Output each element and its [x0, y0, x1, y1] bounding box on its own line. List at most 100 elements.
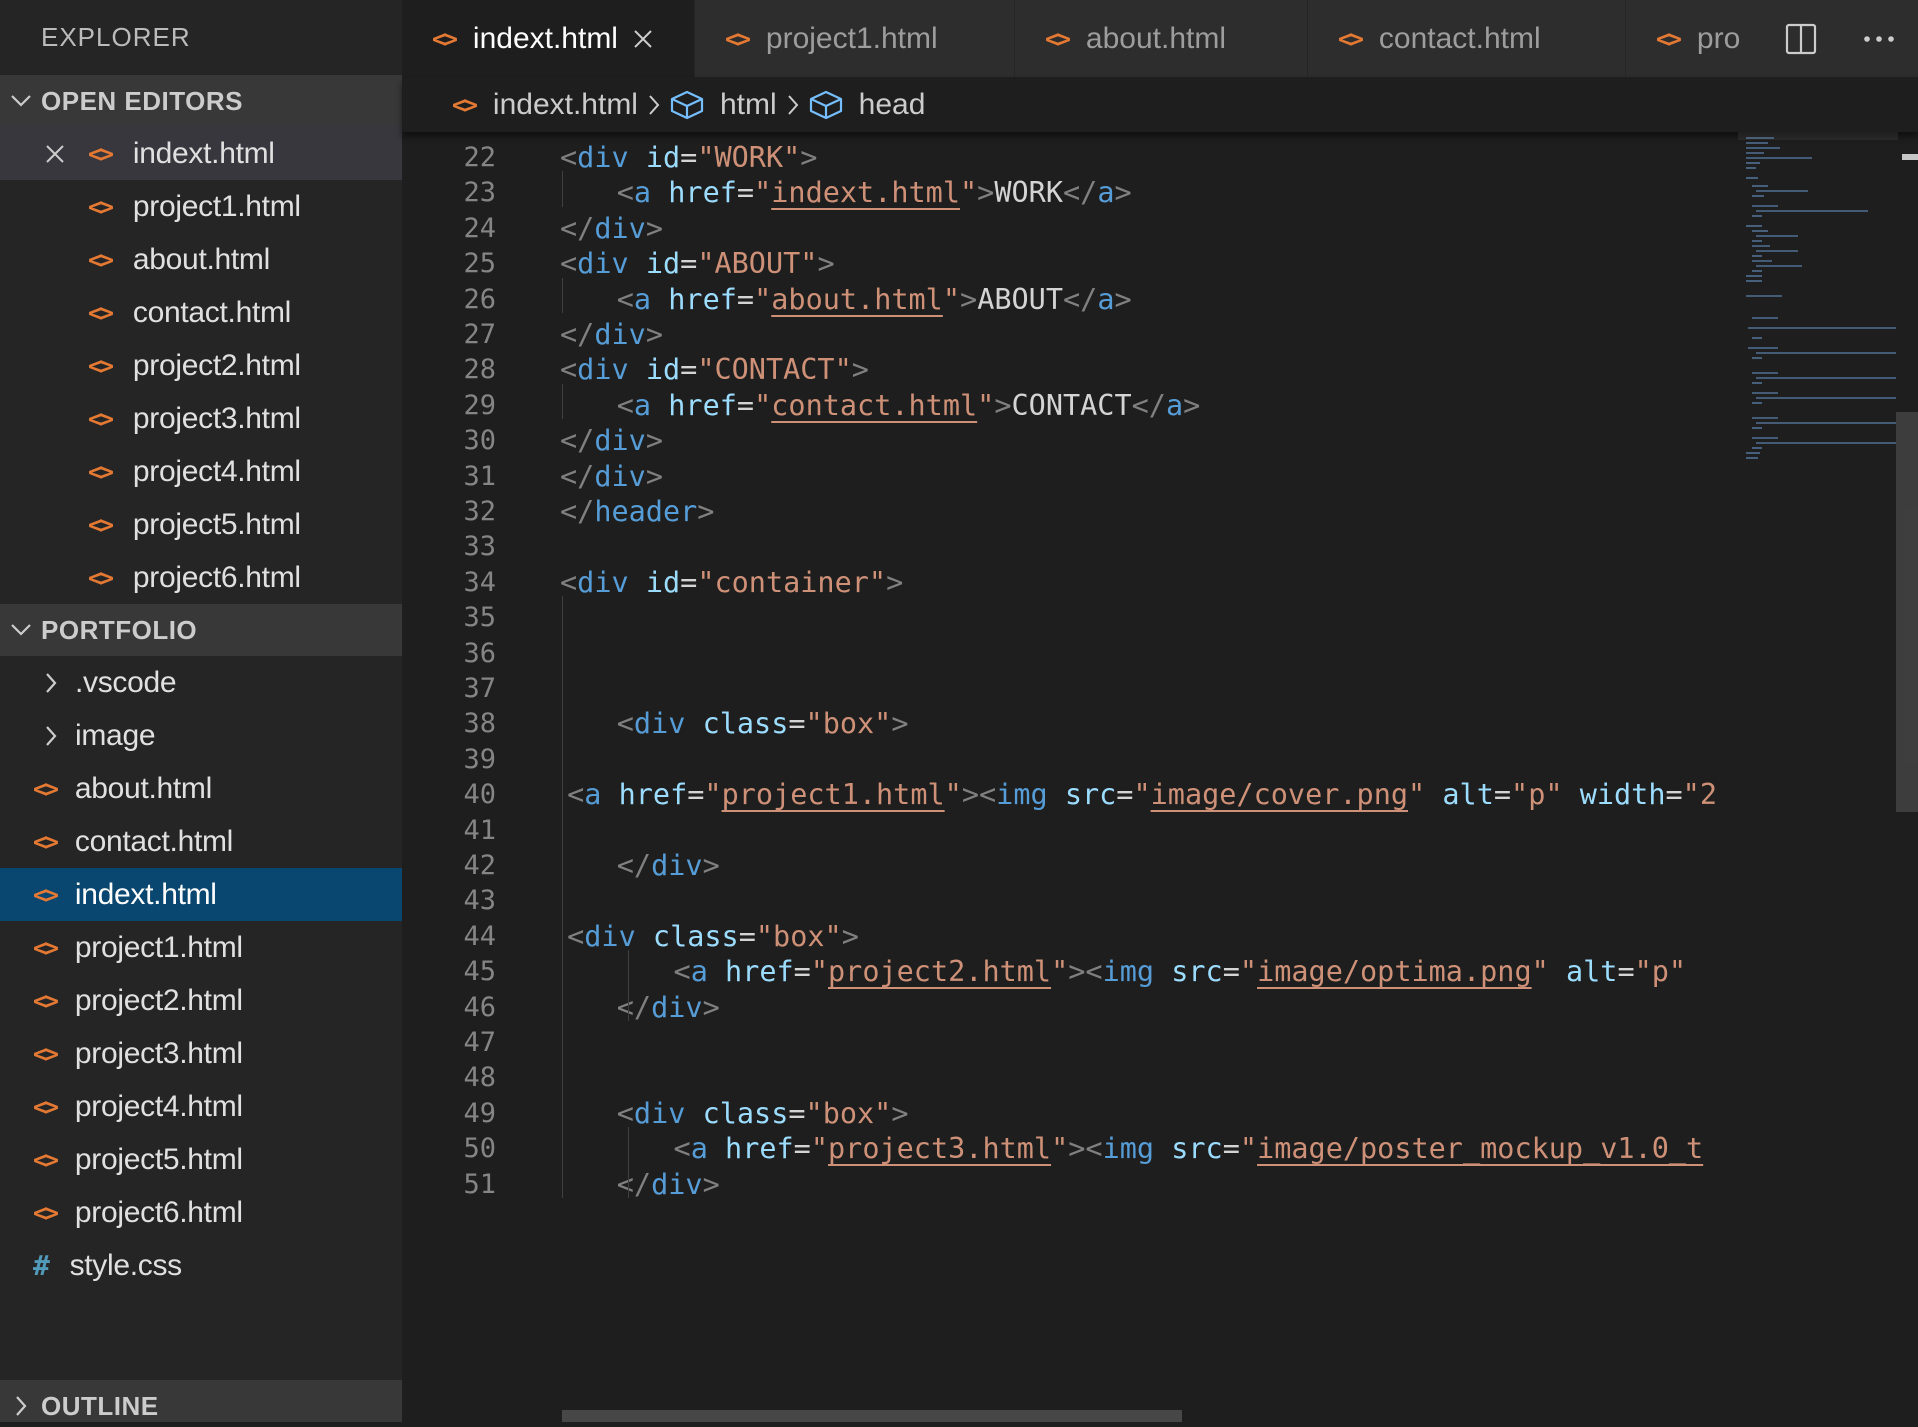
code-editor[interactable]: 22 <div id="WORK"> 23 <a href="indext.html"…: [402, 132, 1732, 1422]
code-token: <: [616, 707, 634, 741]
code-token: ": [1239, 955, 1258, 989]
breadcrumb-file[interactable]: <> indext.html: [452, 88, 638, 122]
html-file-icon: <>: [452, 90, 478, 119]
horizontal-scroll-thumb[interactable]: [562, 1410, 1182, 1422]
file-project1[interactable]: <> project1.html: [0, 921, 402, 974]
minimap[interactable]: [1738, 132, 1898, 1422]
code-token: <: [616, 1096, 634, 1130]
code-token: div: [633, 707, 686, 741]
open-editors-list: <> indext.html <> project1.html <> about…: [0, 127, 402, 604]
code-token: a: [584, 778, 602, 812]
open-editor-project1[interactable]: <> project1.html: [0, 180, 402, 233]
code-token: =: [736, 176, 755, 210]
code-token: "2: [1682, 778, 1717, 812]
file-about[interactable]: <> about.html: [0, 762, 402, 815]
code-token: id: [645, 247, 681, 281]
chevron-down-icon: [0, 94, 41, 108]
file-name: project1.html: [74, 930, 243, 964]
vertical-scroll-thumb[interactable]: [1896, 412, 1918, 812]
code-token: =: [788, 1096, 806, 1130]
breadcrumb-head[interactable]: head: [809, 88, 925, 122]
folder-vscode[interactable]: .vscode: [0, 656, 402, 709]
code-token: "box": [755, 919, 842, 953]
close-icon[interactable]: [40, 139, 70, 169]
open-editors-header[interactable]: OPEN EDITORS: [0, 75, 402, 127]
css-file-icon: #: [33, 1249, 50, 1282]
code-token: <: [560, 353, 578, 387]
code-token: >: [891, 707, 909, 741]
code-token: div: [594, 211, 646, 245]
indent-guide: [562, 383, 563, 420]
code-token: >: [645, 211, 663, 245]
code-token: img: [996, 778, 1048, 812]
code-token: >: [977, 176, 995, 210]
code-token: div: [651, 1167, 703, 1201]
code-token: ": [754, 282, 772, 316]
code-token: image/optima.png: [1257, 955, 1532, 989]
code-token: =: [1493, 778, 1512, 812]
code-token: </: [560, 318, 595, 351]
file-project4[interactable]: <> project4.html: [0, 1080, 402, 1133]
code-token: class: [702, 707, 789, 741]
file-style-css[interactable]: # style.css: [0, 1239, 402, 1292]
open-editor-project4[interactable]: <> project4.html: [0, 445, 402, 498]
tab-indext[interactable]: <> indext.html: [402, 0, 695, 77]
explorer-title: EXPLORER: [41, 22, 191, 52]
file-project2[interactable]: <> project2.html: [0, 974, 402, 1027]
split-editor-icon[interactable]: [1785, 23, 1817, 55]
code-token: img: [1102, 1132, 1155, 1166]
html-file-icon: <>: [88, 510, 114, 539]
code-token: </: [1131, 388, 1166, 422]
line-number: 51: [463, 1168, 496, 1200]
open-editor-project6[interactable]: <> project6.html: [0, 551, 402, 604]
breadcrumb-html[interactable]: html: [670, 88, 777, 122]
indent-guide: [562, 171, 563, 207]
tab-project1[interactable]: <> project1.html: [695, 0, 1015, 77]
outline-header[interactable]: OUTLINE: [0, 1380, 402, 1422]
code-line[interactable]: 51 </div>: [402, 1163, 1732, 1206]
portfolio-header[interactable]: PORTFOLIO: [0, 604, 402, 656]
open-editor-project2[interactable]: <> project2.html: [0, 339, 402, 392]
code-token: ": [1051, 1132, 1069, 1166]
html-file-icon: <>: [33, 986, 59, 1015]
code-token: <: [567, 778, 585, 812]
more-actions-icon[interactable]: [1863, 35, 1895, 43]
code-token: <: [560, 247, 578, 281]
open-editor-contact[interactable]: <> contact.html: [0, 286, 402, 339]
open-editor-about[interactable]: <> about.html: [0, 233, 402, 286]
folder-image[interactable]: image: [0, 709, 402, 762]
open-editor-project3[interactable]: <> project3.html: [0, 392, 402, 445]
file-name: indext.html: [132, 136, 275, 170]
file-project3[interactable]: <> project3.html: [0, 1027, 402, 1080]
file-contact[interactable]: <> contact.html: [0, 815, 402, 868]
open-editor-indext[interactable]: <> indext.html: [0, 127, 402, 180]
file-project5[interactable]: <> project5.html: [0, 1133, 402, 1186]
tab-about[interactable]: <> about.html: [1015, 0, 1308, 77]
code-token: <: [616, 282, 634, 316]
breadcrumb-file-label: indext.html: [492, 87, 638, 121]
file-name: project1.html: [132, 189, 301, 223]
code-token: class: [702, 1096, 789, 1130]
code-token: ": [810, 1132, 829, 1166]
close-icon[interactable]: [632, 28, 654, 50]
code-token: div: [584, 919, 636, 953]
chevron-right-icon: [648, 94, 660, 116]
file-indext[interactable]: <> indext.html: [0, 868, 402, 921]
open-editor-project5[interactable]: <> project5.html: [0, 498, 402, 551]
code-token: >: [645, 424, 663, 458]
tab-label: indext.html: [472, 21, 618, 55]
portfolio-label: PORTFOLIO: [41, 614, 198, 645]
tab-label: contact.html: [1378, 21, 1541, 55]
vertical-scrollbar[interactable]: [1896, 132, 1918, 1422]
code-token: >: [841, 919, 859, 953]
file-project6[interactable]: <> project6.html: [0, 1186, 402, 1239]
cursor-position-marker: [1902, 154, 1918, 160]
code-token: div: [651, 990, 703, 1024]
tab-contact[interactable]: <> contact.html: [1308, 0, 1626, 77]
